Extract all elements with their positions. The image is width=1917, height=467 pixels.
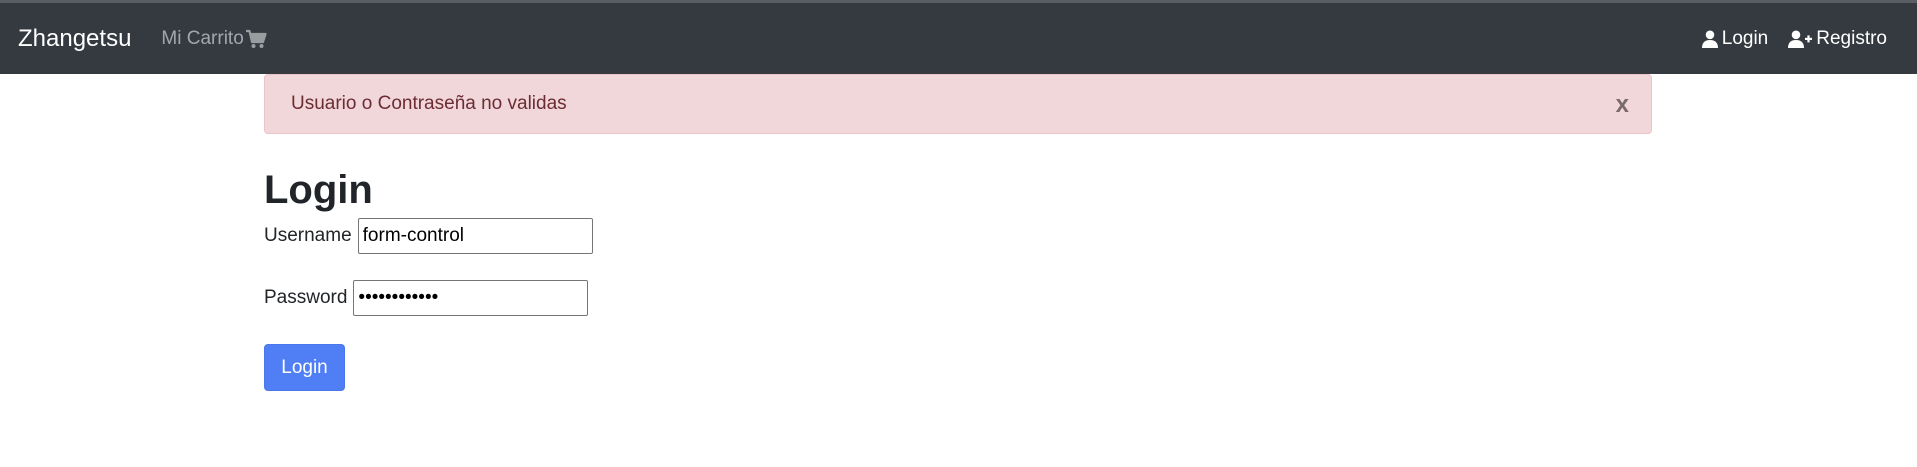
main-container: Usuario o Contraseña no validas x Login …: [264, 74, 1652, 391]
login-link-label: Login: [1721, 27, 1769, 49]
brand-link[interactable]: Zhangetsu: [18, 25, 131, 53]
nav-right-group: Login Registro: [1701, 27, 1887, 50]
page-title: Login: [264, 168, 373, 212]
register-link[interactable]: Registro: [1788, 28, 1887, 50]
password-input[interactable]: [353, 280, 589, 316]
user-plus-icon: [1788, 30, 1813, 48]
username-input[interactable]: [357, 218, 593, 254]
login-form: Username Password Login: [264, 218, 1652, 391]
user-icon: [1701, 30, 1718, 48]
error-alert: Usuario o Contraseña no validas x: [264, 74, 1652, 134]
username-row: Username: [264, 218, 1652, 254]
alert-close-button[interactable]: x: [1616, 93, 1629, 117]
register-link-label: Registro: [1816, 27, 1887, 49]
cart-label: Mi Carrito: [161, 27, 244, 49]
password-label: Password: [264, 287, 348, 308]
password-row: Password: [264, 280, 1652, 316]
cart-link[interactable]: Mi Carrito: [161, 27, 267, 50]
login-submit-button[interactable]: Login: [264, 344, 345, 391]
shopping-cart-icon: [245, 29, 267, 48]
username-label: Username: [264, 225, 352, 246]
navbar: Zhangetsu Mi Carrito Login Registro: [0, 3, 1917, 74]
alert-message: Usuario o Contraseña no validas: [291, 93, 567, 114]
login-link[interactable]: Login: [1701, 27, 1769, 50]
